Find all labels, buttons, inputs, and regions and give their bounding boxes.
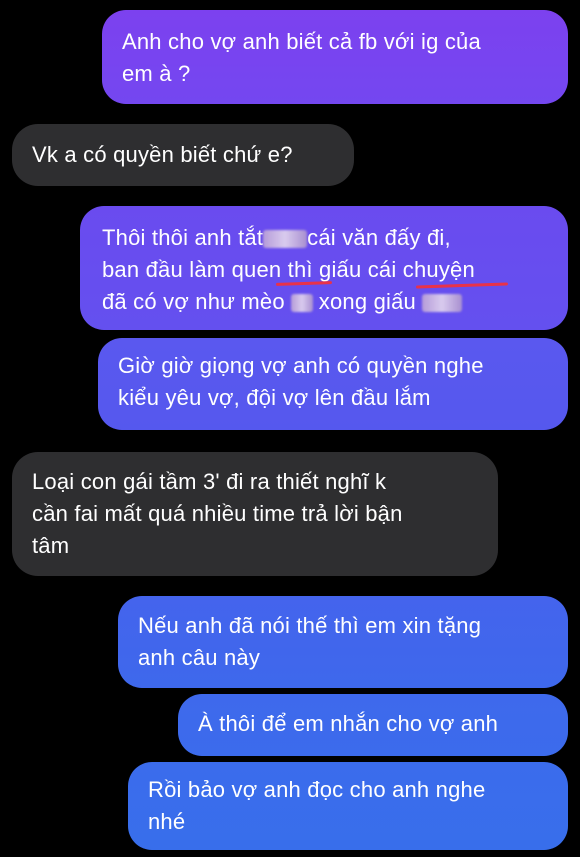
- message-text: Vk a có quyền biết chứ e?: [32, 142, 293, 167]
- message-bubble-sent[interactable]: Giờ giờ giọng vợ anh có quyền nghe kiểu …: [98, 338, 568, 430]
- message-text: Anh cho vợ anh biết cả fb với ig của: [122, 29, 481, 54]
- message-bubble-received[interactable]: Loại con gái tầm 3' đi ra thiết nghĩ k c…: [12, 452, 498, 576]
- message-text: Nếu anh đã nói thế thì em xin tặng: [138, 613, 482, 638]
- message-bubble-received[interactable]: Vk a có quyền biết chứ e?: [12, 124, 354, 186]
- message-bubble-sent[interactable]: Thôi thôi anh tắt cái văn đấy đi, ban đầu…: [80, 206, 568, 330]
- message-text: cần fai mất quá nhiều time trả lời bận: [32, 501, 403, 526]
- message-text: À thôi để em nhắn cho vợ anh: [198, 711, 499, 736]
- message-text: Thôi thôi anh tắt cái văn đấy đi,: [102, 222, 548, 254]
- message-text: Giờ giờ giọng vợ anh có quyền nghe: [118, 353, 484, 378]
- message-text-part: Thôi thôi anh tắt: [102, 225, 264, 250]
- message-bubble-sent[interactable]: Rồi bảo vợ anh đọc cho anh nghe nhé: [128, 762, 568, 850]
- message-text: kiểu yêu vợ, đội vợ lên đầu lắm: [118, 385, 431, 410]
- message-text-part: cái văn đấy đi,: [307, 225, 451, 250]
- message-text: Rồi bảo vợ anh đọc cho anh nghe: [148, 777, 486, 802]
- message-bubble-sent[interactable]: Anh cho vợ anh biết cả fb với ig của em …: [102, 10, 568, 104]
- censored-blur: [263, 230, 308, 249]
- message-text: anh câu này: [138, 645, 261, 670]
- message-text-part: xong giấu: [318, 289, 416, 314]
- message-bubble-sent[interactable]: Nếu anh đã nói thế thì em xin tặng anh c…: [118, 596, 568, 688]
- message-text: Loại con gái tầm 3' đi ra thiết nghĩ k: [32, 469, 387, 494]
- message-text-part: đã có vợ như mèo: [102, 289, 285, 314]
- message-text: đã có vợ như mèo xong giấu: [102, 286, 548, 318]
- censored-blur: [290, 294, 313, 313]
- censored-blur: [422, 294, 462, 313]
- message-text: nhé: [148, 809, 186, 834]
- message-text: em à ?: [122, 61, 191, 86]
- message-bubble-sent[interactable]: À thôi để em nhắn cho vợ anh: [178, 694, 568, 756]
- message-text: tâm: [32, 533, 70, 558]
